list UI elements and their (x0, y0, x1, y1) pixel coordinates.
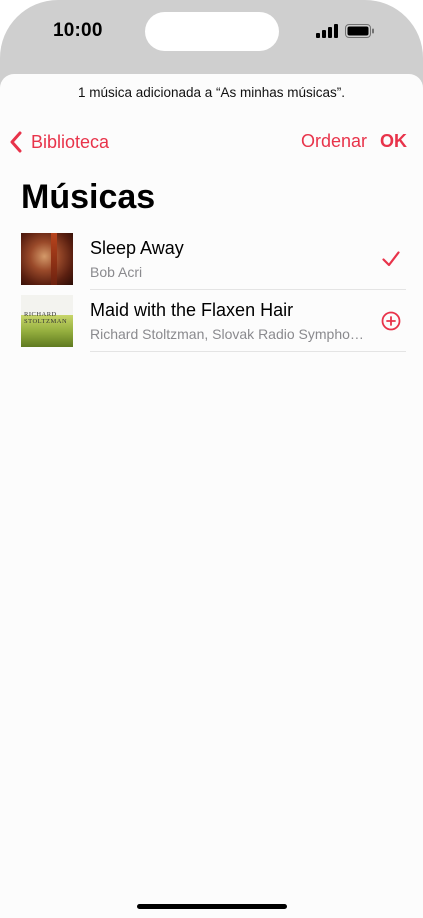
battery-icon (345, 24, 374, 38)
back-button[interactable]: Biblioteca (9, 129, 109, 155)
album-art-text: STOLTZMAN (24, 318, 68, 325)
song-artist: Bob Acri (90, 264, 143, 280)
added-toast: 1 música adicionada a “As minhas músicas… (77, 85, 346, 100)
album-art: RICHARD STOLTZMAN (21, 295, 73, 347)
list-item[interactable]: RICHARD STOLTZMAN Maid with the Flaxen H… (0, 290, 423, 352)
songs-sheet: 1 música adicionada a “As minhas músicas… (0, 74, 423, 918)
album-art-text: RICHARD (24, 311, 57, 318)
status-time: 10:00 (53, 20, 103, 41)
done-button[interactable]: OK (380, 131, 407, 152)
list-item[interactable]: Sleep Away Bob Acri (0, 228, 423, 290)
list-item-text: Maid with the Flaxen Hair Richard Stoltz… (90, 290, 406, 352)
add-circle-icon[interactable] (379, 309, 403, 333)
checkmark-icon[interactable] (379, 247, 403, 271)
album-art (21, 233, 73, 285)
dynamic-island (145, 12, 279, 51)
back-button-label: Biblioteca (31, 131, 110, 152)
list-item-text: Sleep Away Bob Acri (90, 228, 406, 290)
song-title: Maid with the Flaxen Hair (90, 300, 294, 320)
status-bar: 10:00 (0, 0, 423, 74)
home-indicator[interactable] (137, 904, 287, 909)
chevron-left-icon (10, 131, 22, 153)
phone-frame: 10:00 1 música adicionada a “As minhas m… (0, 0, 423, 918)
cellular-signal-icon (316, 24, 338, 38)
song-title: Sleep Away (90, 238, 184, 258)
page-title: Músicas (21, 178, 156, 216)
sort-button[interactable]: Ordenar (301, 131, 367, 152)
song-artist: Richard Stoltzman, Slovak Radio Symphony… (90, 326, 365, 342)
